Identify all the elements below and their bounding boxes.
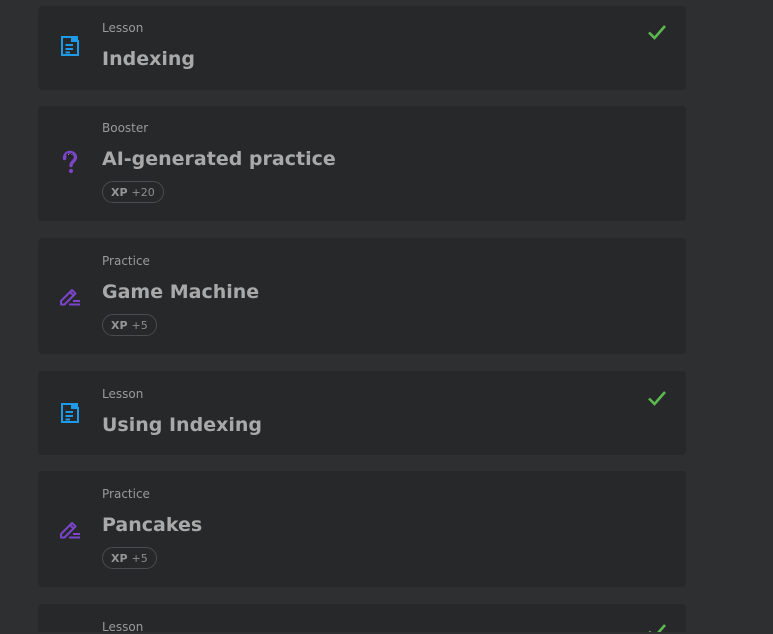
lesson-document-icon: [58, 34, 82, 58]
item-title: Indexing: [102, 48, 195, 70]
completed-check-icon: [646, 387, 668, 409]
item-title: Game Machine: [102, 281, 260, 303]
booster-card-ai-practice[interactable]: Booster AI-generated practice XP +20: [38, 106, 686, 221]
completed-check-icon: [646, 21, 668, 43]
item-title: AI-generated practice: [102, 148, 336, 170]
xp-label: XP: [111, 551, 128, 565]
completed-check-icon: [646, 620, 668, 632]
item-type-label: Lesson: [102, 21, 144, 35]
pencil-edit-icon: [58, 517, 82, 541]
item-title: Pancakes: [102, 514, 203, 536]
xp-badge: XP +5: [102, 547, 157, 569]
item-type-label: Practice: [102, 254, 150, 268]
lesson-card-indexing[interactable]: Lesson Indexing: [38, 6, 686, 90]
lesson-document-icon: [58, 401, 82, 425]
item-title: Using Indexing: [102, 414, 262, 436]
practice-card-game-machine[interactable]: Practice Game Machine XP +5: [38, 238, 686, 354]
question-mark-mascot-icon: [58, 150, 82, 174]
xp-value: +5: [131, 318, 148, 332]
item-type-label: Lesson: [102, 387, 144, 401]
xp-badge: XP +20: [102, 181, 164, 203]
item-type-label: Practice: [102, 487, 150, 501]
xp-label: XP: [111, 185, 128, 199]
lesson-card-using-indexing[interactable]: Lesson Using Indexing: [38, 371, 686, 455]
xp-label: XP: [111, 318, 128, 332]
practice-card-pancakes[interactable]: Practice Pancakes XP +5: [38, 471, 686, 587]
item-type-label: Booster: [102, 121, 149, 135]
lesson-card-partial[interactable]: Lesson: [38, 604, 686, 634]
pencil-edit-icon: [58, 284, 82, 308]
xp-value: +5: [131, 551, 148, 565]
xp-badge: XP +5: [102, 314, 157, 336]
xp-value: +20: [131, 185, 155, 199]
